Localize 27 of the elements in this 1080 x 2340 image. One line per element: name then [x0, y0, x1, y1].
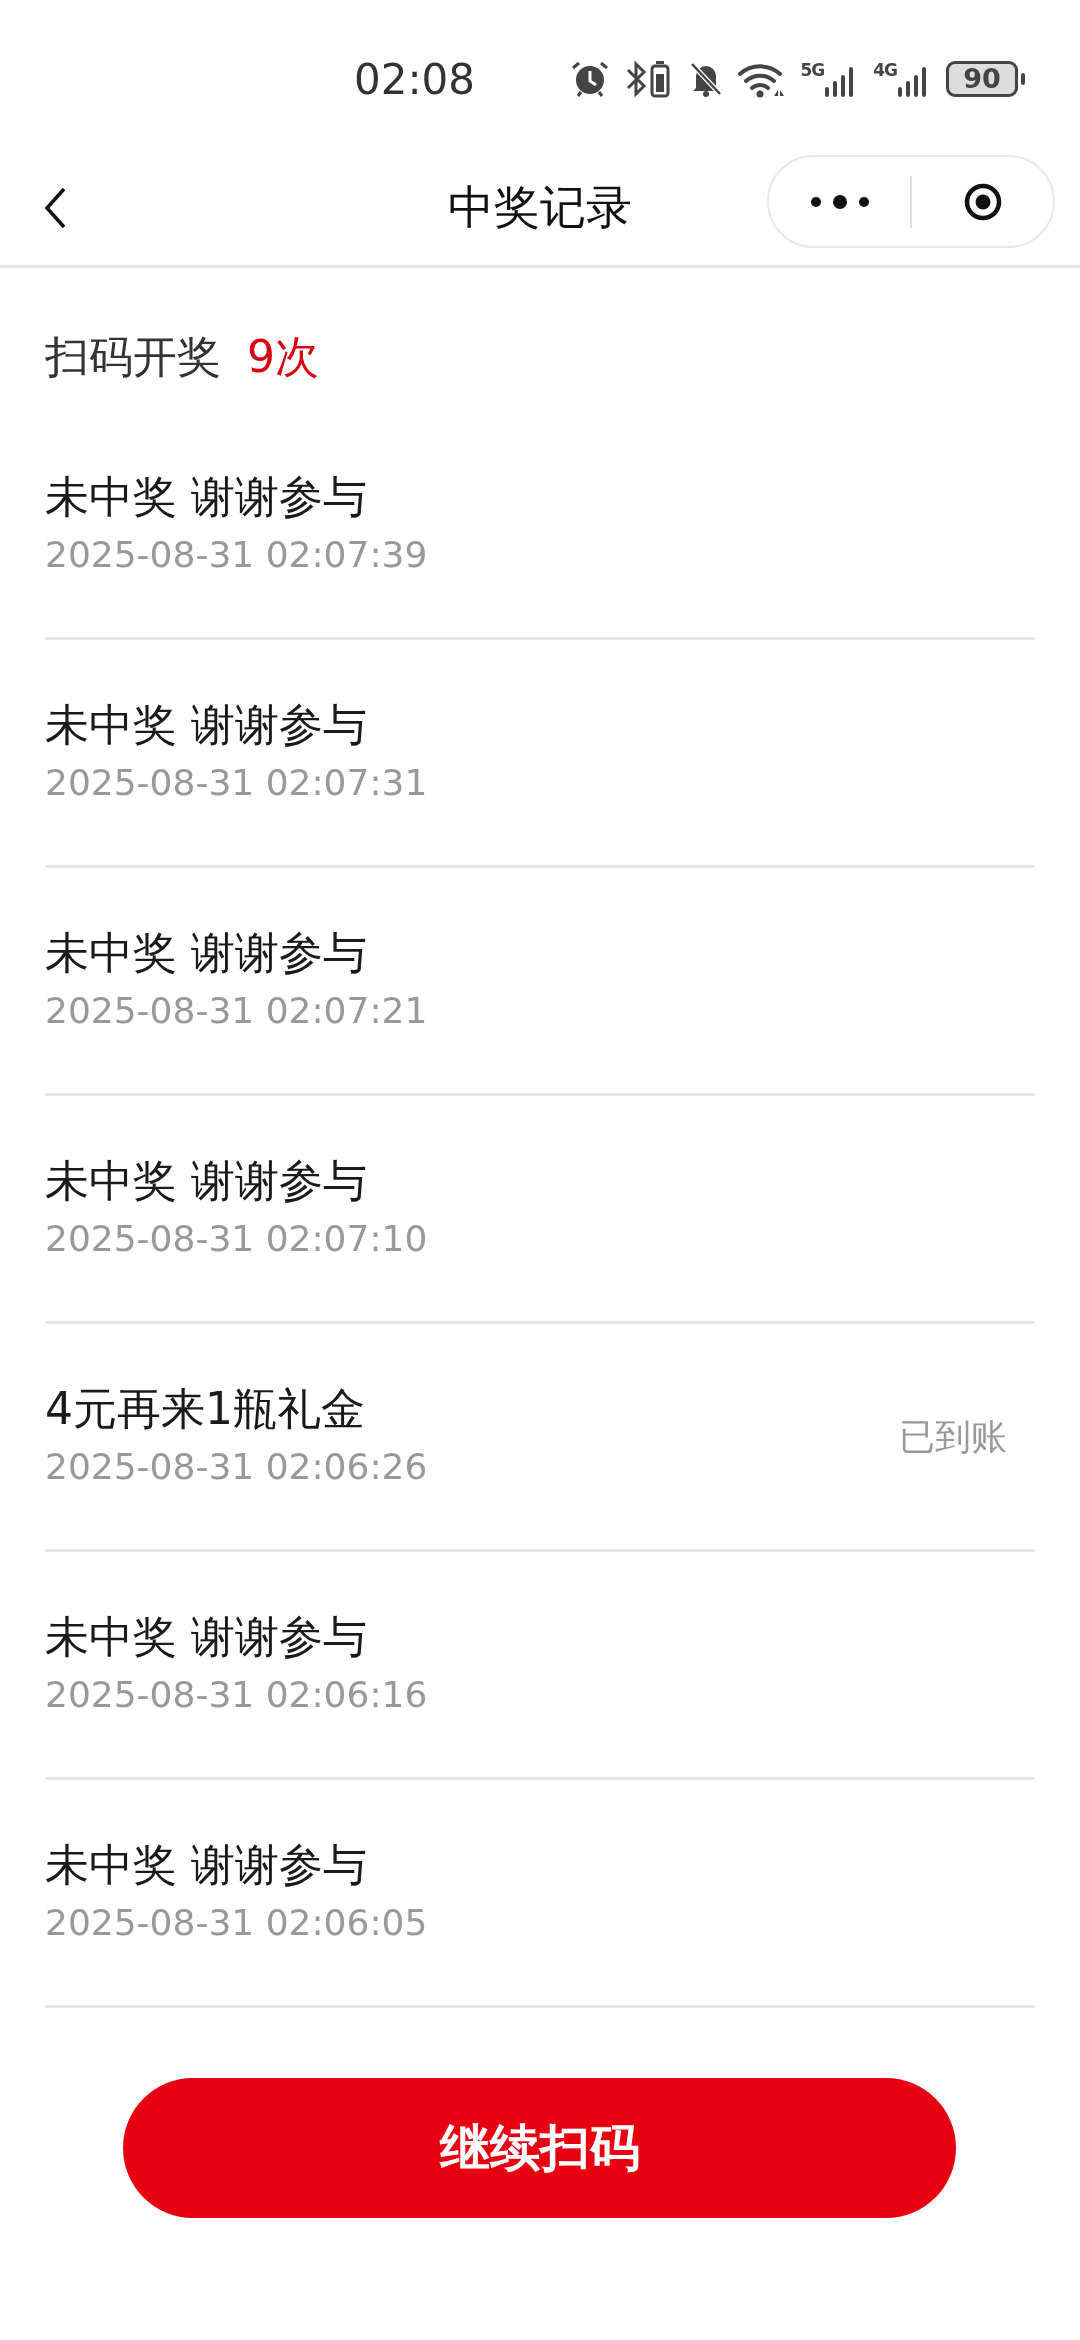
record-time: 2025-08-31 02:06:26 [45, 1445, 429, 1489]
summary-label: 扫码开奖 [45, 330, 221, 384]
more-dots-icon [809, 194, 870, 209]
record-title: 未中奖 谢谢参与 [45, 926, 368, 980]
back-button[interactable] [44, 185, 68, 230]
target-icon [962, 181, 1003, 222]
battery-level: 90 [946, 61, 1018, 97]
scan-count: 9次 [247, 330, 319, 384]
record-title: 未中奖 谢谢参与 [45, 470, 368, 524]
status-time: 02:08 [354, 54, 476, 104]
record-title: 未中奖 谢谢参与 [45, 698, 368, 752]
record-title: 未中奖 谢谢参与 [45, 1610, 368, 1664]
record-time: 2025-08-31 02:07:21 [45, 989, 429, 1033]
record-title: 未中奖 谢谢参与 [45, 1838, 368, 1892]
record-time: 2025-08-31 02:06:16 [45, 1673, 429, 1717]
record-title: 未中奖 谢谢参与 [45, 1154, 368, 1208]
record-time: 2025-08-31 02:07:31 [45, 761, 429, 805]
page-title: 中奖记录 [448, 178, 632, 236]
record-time: 2025-08-31 02:07:10 [45, 1217, 429, 1261]
alarm-icon [570, 60, 611, 98]
network-label: 4G [873, 61, 897, 79]
record-title: 4元再来1瓶礼金 [45, 1382, 366, 1436]
network-label: 5G [800, 61, 825, 79]
record-time: 2025-08-31 02:06:05 [45, 1901, 429, 1945]
record-status: 已到账 [899, 1415, 1007, 1459]
continue-scan-button[interactable]: 继续扫码 [123, 2078, 956, 2218]
record-time: 2025-08-31 02:07:39 [45, 533, 429, 577]
